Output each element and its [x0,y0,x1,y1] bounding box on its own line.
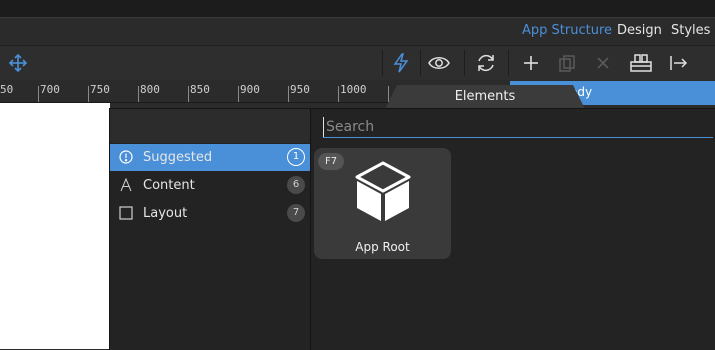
plus-icon [524,56,538,70]
category-layout[interactable]: Layout 7 [110,200,310,227]
eye-icon [428,57,450,69]
ruler-label: 700 [40,83,60,96]
ruler-label: 50 [0,83,14,96]
ruler-label: 800 [140,83,160,96]
move-icon [8,53,28,73]
ruler-label: 900 [240,83,260,96]
preview-button[interactable] [421,46,457,80]
search-field[interactable] [323,117,713,138]
cube-icon [355,161,411,221]
category-sidebar: Suggested 1 Content 6 Layout 7 [110,109,311,350]
category-count: 1 [287,148,305,166]
category-label: Content [143,178,195,193]
export-button[interactable] [661,46,697,80]
ruler-label: 1000 [340,83,367,96]
square-icon [119,206,133,220]
tab-design[interactable]: Design [617,23,662,39]
text-icon [120,178,132,192]
design-canvas[interactable] [0,103,110,349]
lightning-button[interactable] [383,46,419,80]
ruler-label: 950 [290,83,310,96]
category-label: Layout [143,206,188,221]
top-strip [0,0,715,18]
elements-panel: Suggested 1 Content 6 Layout 7 F7 App R [109,108,715,350]
ruler-label: 850 [190,83,210,96]
sidebar-header [110,109,310,143]
mode-tabs-bar: App Structure Design Styles [0,18,715,46]
component-icon [630,54,652,72]
move-button[interactable] [0,46,36,80]
copy-icon [559,55,575,72]
component-button[interactable] [623,46,659,80]
category-count: 6 [287,176,305,194]
refresh-icon [478,54,494,72]
close-icon [597,57,609,69]
delete-button[interactable] [585,46,621,80]
elements-panel-tab: Elements [385,85,585,109]
lightning-icon [393,53,409,73]
element-card-name: App Root [355,240,410,254]
shortcut-badge: F7 [318,153,344,170]
add-button[interactable] [513,46,549,80]
category-suggested[interactable]: Suggested 1 [110,144,310,171]
category-label: Suggested [143,150,213,165]
ruler-label: 750 [90,83,110,96]
category-count: 7 [287,204,305,222]
refresh-button[interactable] [468,46,504,80]
info-icon [119,150,133,164]
toolbar [0,46,715,80]
element-card-app-root[interactable]: F7 App Root [314,148,451,259]
export-icon [670,56,688,70]
copy-button[interactable] [549,46,585,80]
search-input[interactable] [323,117,713,137]
elements-panel-title: Elements [454,89,516,104]
tab-styles[interactable]: Styles [671,23,710,39]
horizontal-ruler: 50 700 750 800 850 900 950 1000 [0,80,390,103]
category-content[interactable]: Content 6 [110,172,310,199]
tab-app-structure[interactable]: App Structure [522,23,612,39]
